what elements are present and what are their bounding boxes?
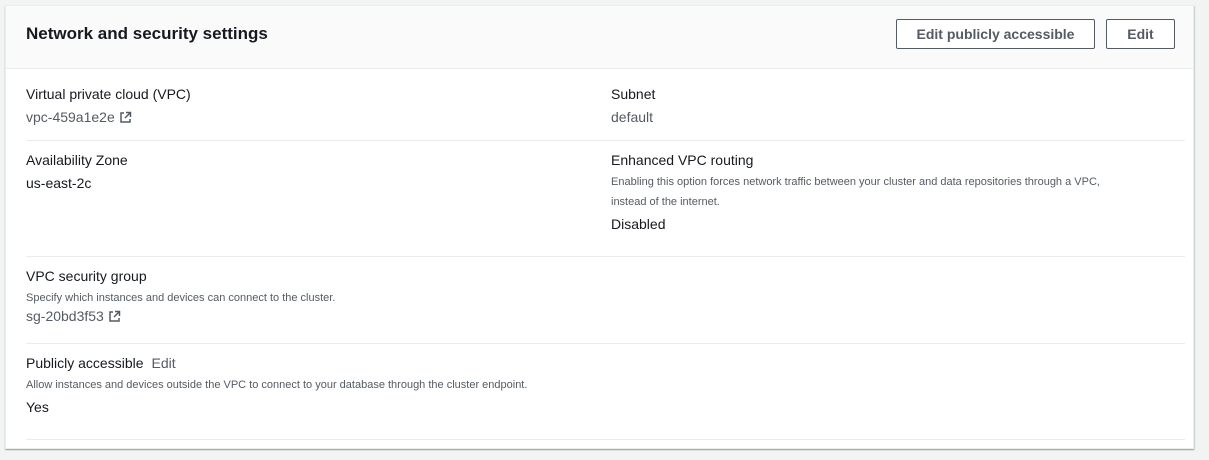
row-security-group: VPC security group Specify which instanc… <box>26 256 1185 344</box>
row-publicly-accessible: Publicly accessible Edit Allow instances … <box>26 343 1185 440</box>
edit-publicly-accessible-button[interactable]: Edit publicly accessible <box>896 19 1095 49</box>
subnet-field: Subnet default <box>611 86 655 125</box>
availability-zone-value: us-east-2c <box>26 175 92 191</box>
publicly-accessible-description: Allow instances and devices outside the … <box>26 379 528 391</box>
panel-title: Network and security settings <box>26 24 268 43</box>
network-security-panel: Network and security settings Edit publi… <box>5 5 1194 449</box>
panel-header: Network and security settings Edit publi… <box>6 6 1193 69</box>
enhanced-vpc-routing-value: Disabled <box>611 216 666 232</box>
publicly-accessible-label: Publicly accessible <box>26 355 144 371</box>
vpc-value: vpc-459a1e2e <box>26 109 115 125</box>
vpc-security-group-label: VPC security group <box>26 268 147 284</box>
enhanced-vpc-routing-description-line1: Enabling this option forces network traf… <box>611 176 1100 188</box>
vpc-security-group-value-wrap: sg-20bd3f53 <box>26 308 335 326</box>
vpc-field: Virtual private cloud (VPC) vpc-459a1e2e <box>26 86 191 127</box>
availability-zone-field: Availability Zone us-east-2c <box>26 152 128 191</box>
enhanced-vpc-routing-field: Enhanced VPC routing Enabling this optio… <box>611 152 1181 232</box>
availability-zone-label: Availability Zone <box>26 152 128 168</box>
publicly-accessible-edit-link[interactable]: Edit <box>152 355 176 371</box>
publicly-accessible-value: Yes <box>26 399 49 415</box>
vpc-security-group-value: sg-20bd3f53 <box>26 308 104 324</box>
publicly-accessible-label-wrap: Publicly accessible Edit <box>26 355 527 371</box>
vpc-security-group-link[interactable]: sg-20bd3f53 <box>26 308 121 324</box>
row-vpc-subnet: Virtual private cloud (VPC) vpc-459a1e2e… <box>26 69 1185 141</box>
subnet-value: default <box>611 109 654 125</box>
vpc-security-group-description: Specify which instances and devices can … <box>26 292 336 304</box>
enhanced-vpc-routing-description-line2: instead of the internet. <box>611 196 720 208</box>
publicly-accessible-field: Publicly accessible Edit Allow instances … <box>26 355 527 415</box>
vpc-value-wrap: vpc-459a1e2e <box>26 109 191 127</box>
edit-button[interactable]: Edit <box>1106 19 1175 49</box>
subnet-label: Subnet <box>611 86 656 102</box>
vpc-label: Virtual private cloud (VPC) <box>26 86 191 102</box>
external-link-icon <box>109 310 121 322</box>
row-az-routing: Availability Zone us-east-2c Enhanced VP… <box>26 140 1185 257</box>
vpc-security-group-field: VPC security group Specify which instanc… <box>26 268 335 326</box>
external-link-icon <box>120 111 131 123</box>
vpc-link[interactable]: vpc-459a1e2e <box>26 109 132 125</box>
enhanced-vpc-routing-label: Enhanced VPC routing <box>611 152 754 168</box>
